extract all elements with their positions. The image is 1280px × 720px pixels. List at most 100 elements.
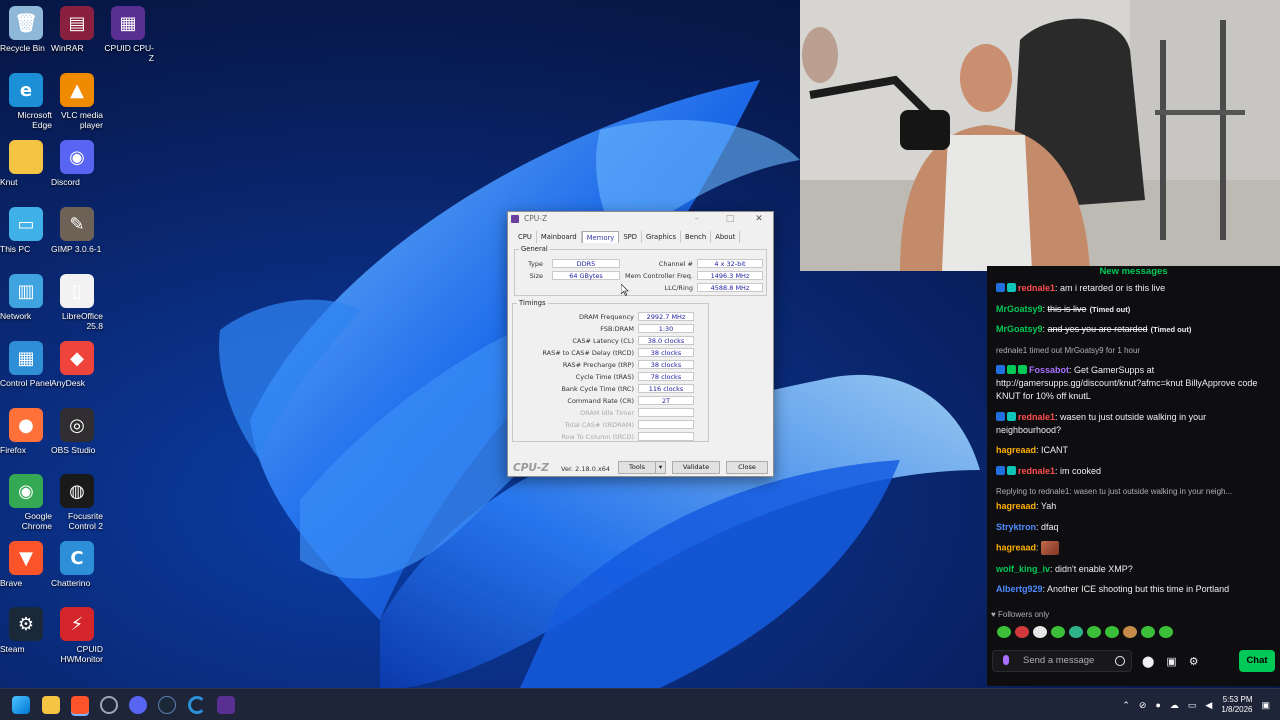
emote-icon[interactable] (1123, 626, 1137, 638)
llc-ring-value: 4588.8 MHz (697, 283, 763, 292)
close-button[interactable]: Close (726, 461, 768, 474)
brave-taskbar-icon[interactable] (71, 696, 89, 714)
chat-badge-icon[interactable] (1007, 465, 1016, 475)
chat-username[interactable]: rednale1 (1018, 412, 1055, 422)
desktop-icon[interactable]: C Chatterino (51, 541, 103, 588)
desktop-icon[interactable]: ◉ Google Chrome (0, 474, 52, 531)
tab-bench[interactable]: Bench (681, 231, 712, 243)
desktop-icon[interactable]: ⚙ Steam (0, 607, 52, 654)
chevron-up-icon[interactable]: ⌃ (1122, 700, 1130, 711)
cpuz-window[interactable]: CPU-Z – □ ✕ CPU Mainboard Memory SPD Gra… (507, 211, 774, 477)
taskbar: ⌃ ⊘ ● ☁ ▭ ◀ 5:53 PM 1/8/2026 ▣ (0, 688, 1280, 720)
microphone-icon[interactable] (1003, 655, 1009, 665)
desktop-icon[interactable]: ▤ WinRAR (51, 6, 103, 53)
chat-username[interactable]: Albertg929 (996, 584, 1043, 594)
file-explorer-icon[interactable] (42, 696, 60, 714)
chat-badge-icon[interactable] (996, 465, 1005, 475)
tab-graphics[interactable]: Graphics (642, 231, 682, 243)
chat-username[interactable]: MrGoatsy9 (996, 304, 1043, 314)
tab-spd[interactable]: SPD (619, 231, 642, 243)
desktop-icon[interactable]: ▭ This PC (0, 207, 52, 254)
chat-message: hagreaad: ICANT (996, 444, 1272, 457)
desktop-icon[interactable]: ▲ VLC media player (51, 73, 103, 130)
microphone-tray-icon[interactable]: ● (1155, 700, 1160, 710)
chat-badge-icon[interactable] (996, 283, 1005, 292)
desktop-icon[interactable]: ● Firefox (0, 408, 52, 455)
desktop-icon[interactable]: ◍ Focusrite Control 2 (51, 474, 103, 531)
chat-badge-icon[interactable] (996, 411, 1005, 421)
timing-label: DRAM Idle Timer (580, 409, 634, 417)
display-icon[interactable]: ▭ (1188, 700, 1197, 711)
desktop-icon[interactable]: ✎ GIMP 3.0.6-1 (51, 207, 103, 254)
tab-memory[interactable]: Memory (581, 231, 620, 243)
maximize-icon[interactable]: □ (719, 212, 741, 227)
desktop-icon[interactable]: ▦ CPUID CPU-Z (102, 6, 154, 63)
chat-send-button[interactable]: Chat (1239, 650, 1275, 672)
chat-badge-icon[interactable] (1007, 283, 1016, 292)
chat-username[interactable]: Fossabot (1029, 365, 1069, 375)
desktop-icon[interactable]: e Microsoft Edge (0, 73, 52, 130)
desktop-icon[interactable]: ◆ AnyDesk (51, 341, 103, 388)
emote-icon[interactable] (1051, 626, 1065, 638)
chat-badge-icon[interactable] (1007, 365, 1016, 374)
desktop-icon[interactable]: ⚡ CPUID HWMonitor (51, 607, 103, 664)
chat-username[interactable]: wolf_king_iv (996, 564, 1050, 574)
notification-bell-icon[interactable]: ▣ (1261, 700, 1270, 711)
desktop-icon-label: CPUID HWMonitor (60, 644, 103, 664)
chat-badge-icon[interactable] (1018, 365, 1027, 374)
desktop-icon[interactable]: ▯ LibreOffice 25.8 (51, 274, 103, 331)
validate-button[interactable]: Validate (672, 461, 720, 474)
chatterino-taskbar-icon[interactable] (188, 696, 206, 714)
tools-button[interactable]: Tools ▾ (618, 461, 666, 474)
desktop-icon[interactable]: 🗑 Recycle Bin (0, 6, 52, 53)
desktop-icon[interactable]: ▥ Network (0, 274, 52, 321)
chat-username[interactable]: Stryktron (996, 522, 1036, 532)
chat-badge-icon[interactable] (1007, 411, 1016, 421)
chat-username[interactable]: MrGoatsy9 (996, 324, 1043, 334)
desktop-icon[interactable]: ▼ Brave (0, 541, 52, 588)
cloud-icon[interactable]: ☁ (1170, 700, 1179, 711)
tab-about[interactable]: About (711, 231, 741, 243)
cpuz-taskbar-icon[interactable] (217, 696, 235, 714)
desktop-icon-label: Microsoft Edge (17, 110, 52, 130)
desktop-icon[interactable]: ◉ Discord (51, 140, 103, 187)
emote-icon[interactable] (1033, 626, 1047, 638)
bits-icon[interactable]: ⬤ (1142, 655, 1154, 668)
tab-mainboard[interactable]: Mainboard (537, 231, 582, 243)
chat-badge-icon[interactable] (996, 365, 1005, 374)
volume-icon[interactable]: ◀ (1205, 700, 1212, 711)
tab-cpu[interactable]: CPU (514, 231, 537, 243)
discord-taskbar-icon[interactable] (129, 696, 147, 714)
start-windows-icon[interactable] (12, 696, 30, 714)
chat-username[interactable]: hagreaad (996, 501, 1036, 511)
network-off-icon[interactable]: ⊘ (1139, 700, 1147, 711)
emote-icon[interactable] (1087, 626, 1101, 638)
chat-username[interactable]: hagreaad (996, 445, 1036, 455)
desktop-icon[interactable]: ◎ OBS Studio (51, 408, 103, 455)
new-messages-banner[interactable]: New messages (987, 266, 1280, 278)
obs-taskbar-icon[interactable] (100, 696, 118, 714)
chat-message-input[interactable]: Send a message (992, 650, 1132, 672)
chat-message-text: this is live (1047, 303, 1087, 314)
chevron-down-icon[interactable]: ▾ (655, 462, 665, 473)
emote-icon[interactable] (1069, 626, 1083, 638)
steam-taskbar-icon[interactable] (158, 696, 176, 714)
chat-username[interactable]: rednale1 (1018, 466, 1055, 476)
settings-gear-icon[interactable]: ⚙ (1189, 655, 1199, 668)
mouse-cursor-icon (621, 284, 629, 296)
desktop-icon[interactable]: Knut (0, 140, 52, 187)
chat-username[interactable]: hagreaad (996, 542, 1036, 552)
emote-icon[interactable] (1159, 626, 1173, 638)
emote-icon[interactable] (997, 626, 1011, 638)
minimize-icon[interactable]: – (686, 212, 708, 227)
chat-username[interactable]: rednale1 (1018, 283, 1055, 293)
emote-icon[interactable] (1015, 626, 1029, 638)
gift-icon[interactable]: ▣ (1166, 655, 1176, 668)
emoji-icon[interactable] (1115, 656, 1125, 666)
cpuz-titlebar[interactable]: CPU-Z – □ ✕ (508, 212, 773, 227)
close-icon[interactable]: ✕ (748, 212, 770, 227)
desktop-icon[interactable]: ▦ Control Panel (0, 341, 52, 388)
emote-icon[interactable] (1105, 626, 1119, 638)
taskbar-clock[interactable]: 5:53 PM 1/8/2026 (1221, 695, 1252, 715)
emote-icon[interactable] (1141, 626, 1155, 638)
